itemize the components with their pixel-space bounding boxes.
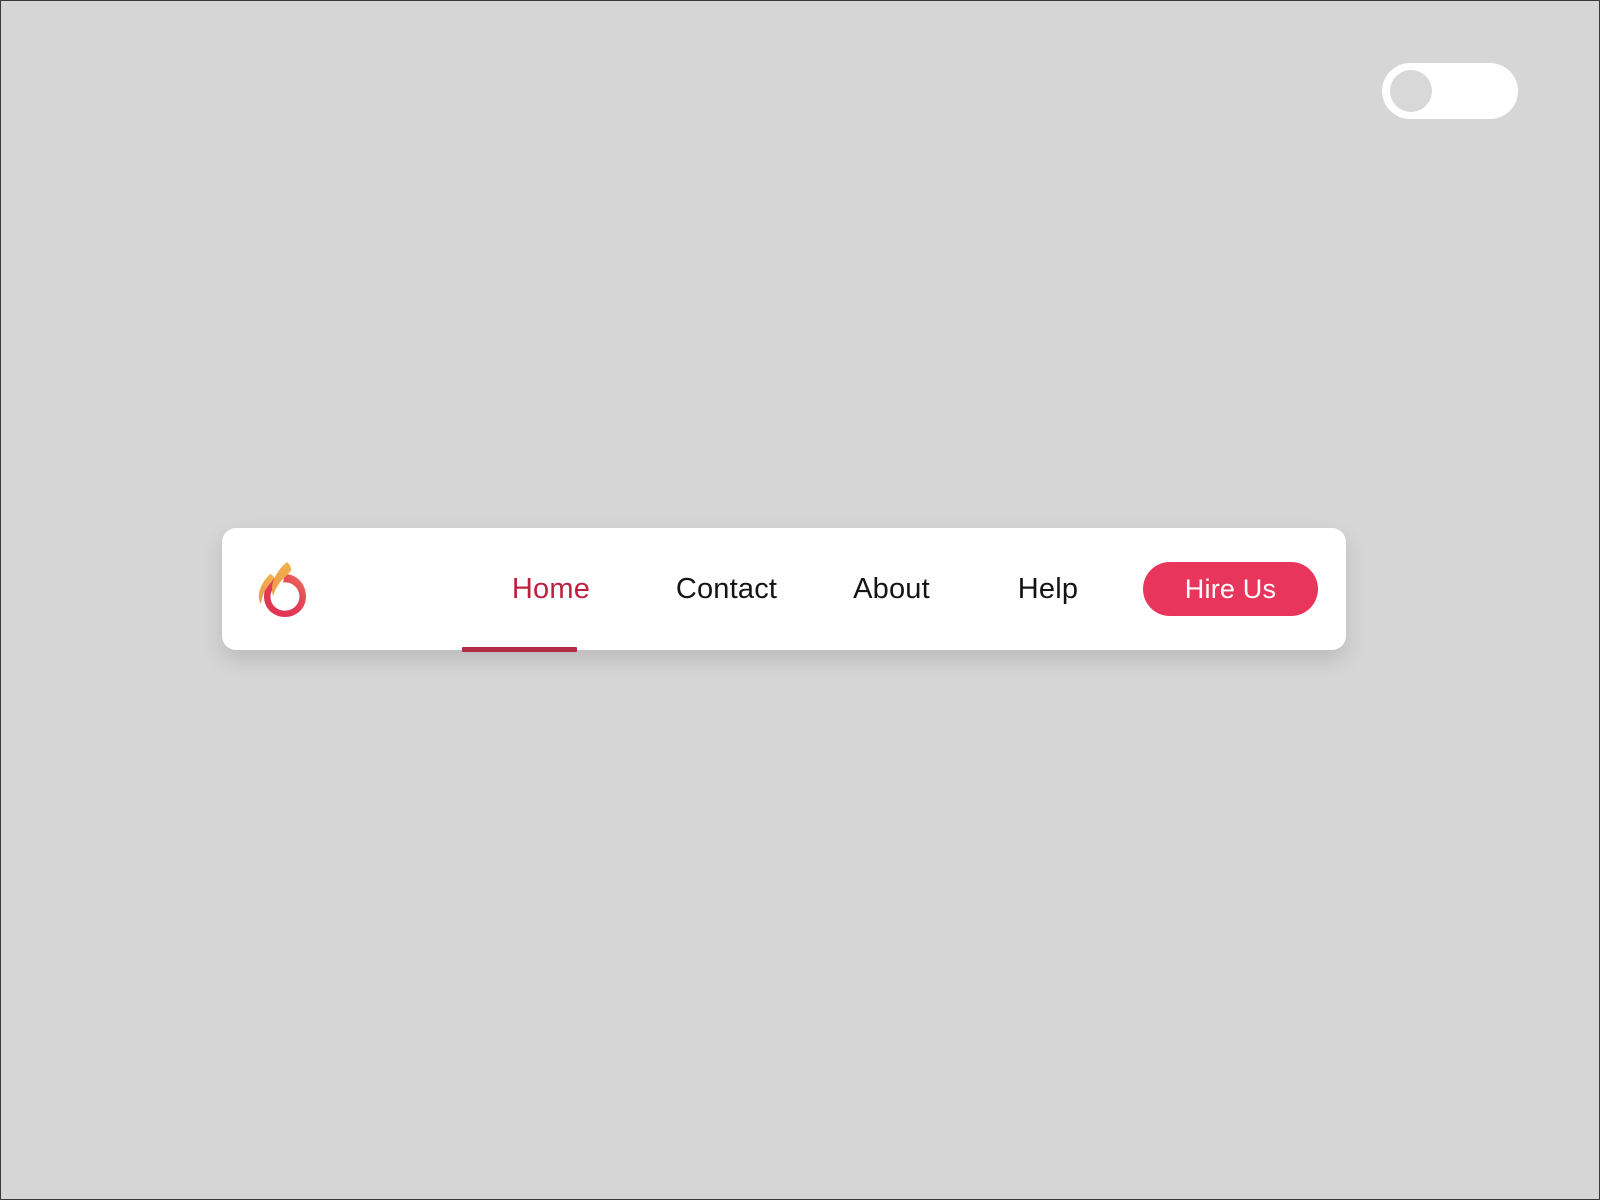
toggle-track[interactable] [1382, 63, 1518, 119]
nav-link-contact[interactable]: Contact [640, 528, 813, 650]
nav-links: Home Contact About Help [462, 528, 1126, 652]
nav-link-about[interactable]: About [813, 528, 970, 650]
navbar: Home Contact About Help Hire Us [222, 528, 1346, 652]
flame-logo[interactable] [250, 558, 312, 620]
page-root: { "page": { "background_color": "#d6d6d6… [0, 0, 1600, 1200]
dark-mode-toggle[interactable] [1382, 63, 1518, 119]
toggle-knob[interactable] [1390, 70, 1432, 112]
nav-link-help[interactable]: Help [970, 528, 1126, 650]
hire-us-button[interactable]: Hire Us [1143, 562, 1318, 616]
nav-link-home[interactable]: Home [462, 528, 640, 652]
